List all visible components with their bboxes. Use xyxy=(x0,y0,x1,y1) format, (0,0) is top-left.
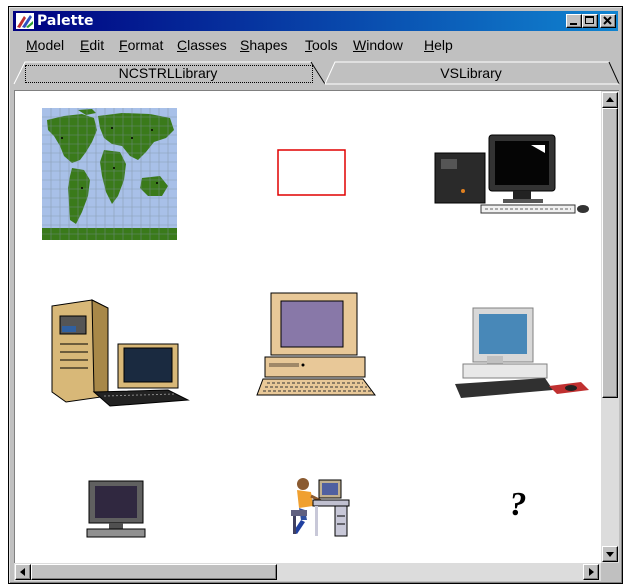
tower-server-icon[interactable] xyxy=(50,296,192,408)
arrow-down-icon xyxy=(606,552,614,557)
palette-canvas[interactable]: ? xyxy=(14,90,602,564)
silver-computer-icon[interactable] xyxy=(453,306,593,398)
menu-window[interactable]: Window xyxy=(353,37,403,53)
horizontal-scrollbar[interactable] xyxy=(14,563,601,581)
world-map-icon[interactable] xyxy=(42,108,177,240)
menu-shapes[interactable]: Shapes xyxy=(240,37,288,53)
close-icon xyxy=(603,16,612,25)
desktop-workstation-icon[interactable] xyxy=(433,131,593,223)
question-mark-icon[interactable]: ? xyxy=(503,483,533,527)
scrollbar-corner xyxy=(601,563,619,581)
close-button[interactable] xyxy=(600,14,616,28)
tab-ncstrllibrary[interactable]: NCSTRLLibrary xyxy=(25,63,311,83)
scroll-right-button[interactable] xyxy=(583,564,599,580)
window-title: Palette xyxy=(37,13,94,29)
arrow-right-icon xyxy=(589,568,594,576)
minimize-button[interactable] xyxy=(566,14,582,28)
palette-app-icon xyxy=(16,13,34,29)
red-rectangle-icon[interactable] xyxy=(277,149,347,197)
horizontal-scroll-thumb[interactable] xyxy=(31,564,277,580)
library-tabs: NCSTRLLibrary VSLibrary xyxy=(13,61,620,85)
menu-format[interactable]: Format xyxy=(119,37,163,53)
title-bar[interactable]: Palette xyxy=(13,11,618,31)
menu-help[interactable]: Help xyxy=(424,37,453,53)
arrow-up-icon xyxy=(606,97,614,102)
scroll-up-button[interactable] xyxy=(602,92,618,108)
maximize-icon xyxy=(585,16,594,24)
menu-classes[interactable]: Classes xyxy=(177,37,227,53)
monitor-icon[interactable] xyxy=(85,479,149,539)
menu-tools[interactable]: Tools xyxy=(305,37,338,53)
minimize-icon xyxy=(570,23,577,25)
vertical-scrollbar[interactable] xyxy=(601,90,619,564)
scroll-left-button[interactable] xyxy=(15,564,31,580)
vertical-scroll-thumb[interactable] xyxy=(602,108,618,398)
arrow-left-icon xyxy=(20,568,25,576)
person-at-computer-icon[interactable] xyxy=(289,476,351,540)
beige-computer-icon[interactable] xyxy=(255,291,381,401)
palette-window: Palette Model Edit Format Classes Shapes… xyxy=(8,6,623,584)
menu-model[interactable]: Model xyxy=(26,37,64,53)
tab-vslibrary[interactable]: VSLibrary xyxy=(333,63,609,83)
scroll-down-button[interactable] xyxy=(602,546,618,562)
menu-edit[interactable]: Edit xyxy=(80,37,104,53)
maximize-button[interactable] xyxy=(582,14,598,28)
